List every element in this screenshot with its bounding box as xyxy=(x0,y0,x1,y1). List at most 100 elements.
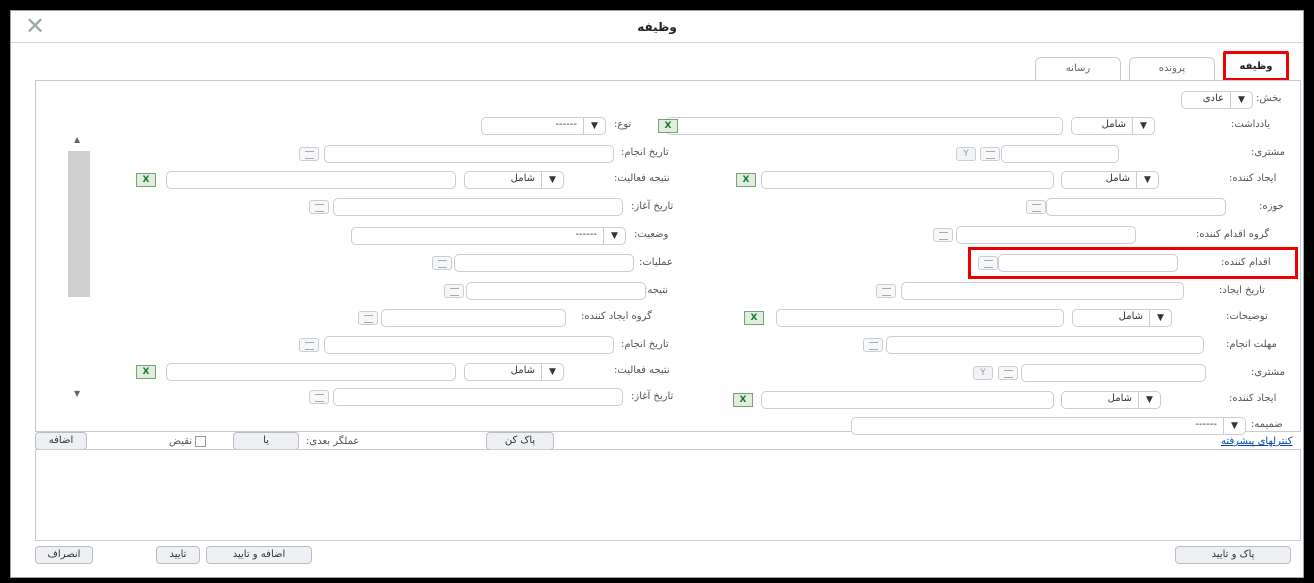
list-icon[interactable] xyxy=(432,256,452,270)
creator2-match-value: شامل xyxy=(1107,393,1132,404)
chevron-down-icon: ▼ xyxy=(541,364,563,380)
calendar-icon[interactable] xyxy=(876,284,896,298)
activity-result2-input[interactable] xyxy=(166,363,456,381)
excel-icon[interactable]: X xyxy=(658,119,678,133)
excel-icon[interactable]: X xyxy=(136,365,156,379)
note-input[interactable] xyxy=(666,117,1063,135)
list-icon[interactable] xyxy=(998,366,1018,380)
done-date2-input[interactable] xyxy=(324,336,614,354)
chevron-down-icon: ▼ xyxy=(1230,92,1252,108)
activity-result-match-select[interactable]: شامل ▼ xyxy=(464,171,564,189)
creator-group-label: گروه ایجاد کننده: xyxy=(581,311,652,322)
list-icon[interactable] xyxy=(1026,200,1046,214)
clear-button[interactable]: پاک کن xyxy=(486,432,554,450)
start-date2-label: تاریخ آغاز: xyxy=(631,391,674,402)
created-date-label: تاریخ ایجاد: xyxy=(1219,285,1265,296)
advanced-controls-link[interactable]: کنترلهای پیشرفته xyxy=(1221,436,1292,447)
filter-list-area[interactable] xyxy=(35,449,1301,541)
status-select[interactable]: ------ ▼ xyxy=(351,227,626,245)
scroll-down-icon[interactable]: ▼ xyxy=(74,389,80,398)
calendar-icon[interactable] xyxy=(863,338,883,352)
activity-result2-match-select[interactable]: شامل ▼ xyxy=(464,363,564,381)
result-label: نتیجه: xyxy=(644,285,669,296)
result-input[interactable] xyxy=(466,282,646,300)
list-icon[interactable] xyxy=(980,147,1000,161)
note-match-select[interactable]: شامل ▼ xyxy=(1071,117,1155,135)
activity-result2-match-value: شامل xyxy=(510,365,535,376)
filter-icon[interactable]: Y xyxy=(973,366,993,380)
list-icon[interactable] xyxy=(444,284,464,298)
negate-label: نقیض xyxy=(169,436,193,447)
activity-result-match-value: شامل xyxy=(510,173,535,184)
creator2-input[interactable] xyxy=(761,391,1054,409)
creator-group-input[interactable] xyxy=(381,309,566,327)
done-date-input[interactable] xyxy=(324,145,614,163)
domain-input[interactable] xyxy=(1046,198,1226,216)
scroll-thumb[interactable] xyxy=(68,151,90,297)
tab-task[interactable]: وظیفه xyxy=(1223,51,1289,81)
section-select[interactable]: عادی ▼ xyxy=(1181,91,1253,109)
deadline-input[interactable] xyxy=(886,336,1204,354)
creator2-match-select[interactable]: شامل ▼ xyxy=(1061,391,1161,409)
attachment-value: ------ xyxy=(1195,419,1217,430)
attachment-select[interactable]: ------ ▼ xyxy=(851,417,1246,435)
activity-result-label: نتیجه فعالیت: xyxy=(614,173,670,184)
creator-match-select[interactable]: شامل ▼ xyxy=(1061,171,1159,189)
filter-icon[interactable]: Y xyxy=(956,147,976,161)
customer-input[interactable] xyxy=(1001,145,1119,163)
calendar-icon[interactable] xyxy=(299,147,319,161)
type-select[interactable]: ------ ▼ xyxy=(481,117,606,135)
tab-file[interactable]: پرونده xyxy=(1129,57,1215,81)
done-date2-label: تاریخ انجام: xyxy=(621,339,669,350)
calendar-icon[interactable] xyxy=(299,338,319,352)
tab-media[interactable]: رسانه xyxy=(1035,57,1121,81)
created-date-input[interactable] xyxy=(901,282,1184,300)
chevron-down-icon: ▼ xyxy=(1138,392,1160,408)
calendar-icon[interactable] xyxy=(309,200,329,214)
add-and-confirm-button[interactable]: اضافه و تایید xyxy=(206,546,312,564)
creator-input[interactable] xyxy=(761,171,1054,189)
activity-result-input[interactable] xyxy=(166,171,456,189)
start-date-input[interactable] xyxy=(333,198,623,216)
operations-input[interactable] xyxy=(454,254,634,272)
dialog-title: وظیفه xyxy=(637,20,677,34)
add-button[interactable]: اضافه xyxy=(35,432,87,450)
descriptions-match-select[interactable]: شامل ▼ xyxy=(1072,309,1172,327)
chevron-down-icon: ▼ xyxy=(583,118,605,134)
list-icon[interactable] xyxy=(933,228,953,242)
calendar-icon[interactable] xyxy=(309,390,329,404)
descriptions-label: توضیحات: xyxy=(1226,311,1268,322)
excel-icon[interactable]: X xyxy=(736,173,756,187)
excel-icon[interactable]: X xyxy=(744,311,764,325)
section-value: عادی xyxy=(1202,93,1224,104)
chevron-down-icon: ▼ xyxy=(1136,172,1158,188)
negate-checkbox[interactable] xyxy=(195,436,206,447)
filter-form: ▲ ▼ بخش: عادی ▼ یادداشت: شامل ▼ X نوع: ---… xyxy=(35,80,1301,435)
creator2-label: ایجاد کننده: xyxy=(1229,393,1277,404)
action-group-input[interactable] xyxy=(956,226,1136,244)
form-scrollbar[interactable]: ▲ ▼ xyxy=(68,131,90,406)
clear-and-confirm-button[interactable]: پاک و تایید xyxy=(1175,546,1291,564)
descriptions-input[interactable] xyxy=(776,309,1064,327)
customer2-input[interactable] xyxy=(1021,364,1206,382)
chevron-down-icon: ▼ xyxy=(1223,418,1245,434)
type-label: نوع: xyxy=(614,119,632,130)
attachment-label: ضمیمه: xyxy=(1251,419,1283,430)
done-date-label: تاریخ انجام: xyxy=(621,147,669,158)
creator-match-value: شامل xyxy=(1105,173,1130,184)
excel-icon[interactable]: X xyxy=(136,173,156,187)
dialog-window: ✕ وظیفه وظیفه پرونده رسانه ▲ ▼ بخش: عادی… xyxy=(10,10,1304,578)
highlight-box xyxy=(968,247,1298,279)
operator-button[interactable]: یا xyxy=(233,432,299,450)
cancel-button[interactable]: انصراف xyxy=(35,546,93,564)
confirm-button[interactable]: تایید xyxy=(156,546,200,564)
start-date2-input[interactable] xyxy=(333,388,623,406)
scroll-up-icon[interactable]: ▲ xyxy=(74,135,80,144)
section-label: بخش: xyxy=(1256,93,1282,104)
type-value: ------ xyxy=(555,119,577,130)
start-date-label: تاریخ آغاز: xyxy=(631,201,674,212)
list-icon[interactable] xyxy=(358,311,378,325)
excel-icon[interactable]: X xyxy=(733,393,753,407)
chevron-down-icon: ▼ xyxy=(603,228,625,244)
chevron-down-icon: ▼ xyxy=(541,172,563,188)
